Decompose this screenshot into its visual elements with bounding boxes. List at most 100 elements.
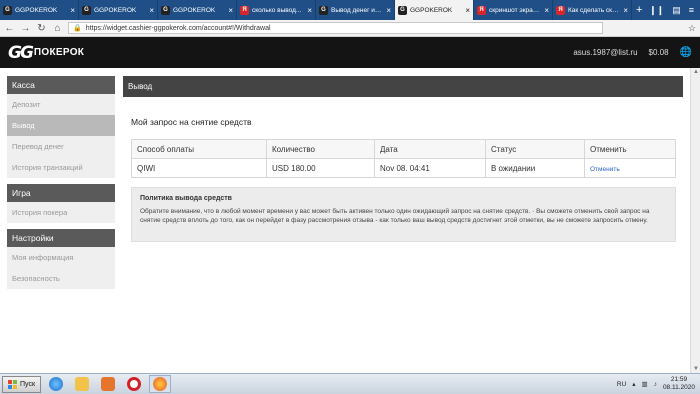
network-icon[interactable]: ▥ [642, 380, 648, 388]
sidebar: Касса Депозит Вывод Перевод денег История тр… [7, 76, 115, 289]
url-text: https://widget.cashier-ggpokerok.com/acc… [85, 24, 271, 32]
media-player-icon[interactable] [97, 375, 119, 393]
policy-title: Политика вывода средств [140, 195, 232, 202]
forward-icon[interactable]: → [20, 23, 31, 34]
browser-tab[interactable]: Я Как сделать скри... × [553, 0, 632, 20]
tab-title: GGPOKEROK [410, 6, 453, 14]
tab-title: GGPOKEROK [173, 6, 216, 14]
gg-favicon-icon: G [319, 5, 328, 15]
cancel-request-link[interactable]: Отменить [590, 166, 620, 173]
cell-status: В ожидании [485, 158, 585, 178]
account-area: asus.1987@list.ru $0.08 🌐 [573, 47, 692, 58]
globe-icon[interactable]: 🌐 [680, 47, 692, 58]
column-header: Статус [485, 139, 585, 159]
close-tab-icon[interactable]: × [149, 6, 154, 15]
table-row: QIWI USD 180.00 Nov 08. 04:41 В ожидании… [131, 158, 676, 178]
language-indicator[interactable]: RU [617, 381, 626, 388]
tab-list: G GGPOKEROK × G GGPOKEROK × G GGPOKEROK × Яскольк… [0, 0, 632, 20]
close-tab-icon[interactable]: × [544, 6, 549, 15]
menu-icon[interactable]: ≡ [689, 5, 694, 15]
gg-favicon-icon: G [161, 5, 170, 15]
browser-tab[interactable]: Ясколько вывод... × [237, 0, 316, 20]
internet-explorer-icon[interactable] [45, 375, 67, 393]
close-tab-icon[interactable]: × [228, 6, 233, 15]
tab-title: Вывод денег из Р... [331, 6, 384, 14]
yandex-favicon-icon: Я [477, 5, 486, 15]
cell-method: QIWI [131, 158, 267, 178]
library-icon[interactable]: ❙❙ [649, 5, 664, 16]
gg-favicon-icon: G [398, 5, 407, 15]
reload-icon[interactable]: ↻ [36, 23, 47, 34]
gg-favicon-icon: G [3, 5, 12, 15]
browser-tab[interactable]: G GGPOKEROK × [158, 0, 237, 20]
cell-date: Nov 08. 04:41 [374, 158, 486, 178]
yandex-favicon-icon: Я [556, 5, 565, 15]
browser-tab[interactable]: G GGPOKEROK × [79, 0, 158, 20]
column-header: Количество [266, 139, 375, 159]
site-header: GG ПОКЕРОК asus.1987@list.ru $0.08 🌐 [0, 37, 700, 68]
close-tab-icon[interactable]: × [465, 6, 470, 15]
browser-tab[interactable]: G GGPOKEROK × [395, 0, 474, 20]
windows-logo-icon [8, 379, 17, 389]
file-explorer-icon[interactable] [71, 375, 93, 393]
policy-text: Обратите внимание, что в любой момент вр… [140, 208, 650, 224]
user-email[interactable]: asus.1987@list.ru [573, 48, 637, 57]
logo-mark: GG [8, 42, 34, 63]
sidebar-section-header: Игра [7, 184, 115, 202]
close-tab-icon[interactable]: × [70, 6, 75, 15]
start-button[interactable]: Пуск [2, 375, 42, 393]
column-header: Отменить [584, 139, 676, 159]
start-label: Пуск [20, 380, 36, 388]
tray-arrow-icon[interactable]: ▴ [632, 380, 635, 388]
sidebar-toggle-icon[interactable]: ▤ [672, 5, 681, 16]
sidebar-item[interactable]: Моя информация [7, 247, 115, 268]
page-title: Вывод [123, 76, 683, 97]
column-header: Дата [374, 139, 486, 159]
sidebar-item[interactable]: Перевод денег [7, 136, 115, 157]
close-tab-icon[interactable]: × [386, 6, 391, 15]
tab-title: скриншот экрана... [489, 6, 542, 14]
logo-text: ПОКЕРОК [33, 47, 85, 58]
scroll-up-icon[interactable]: ▲ [693, 69, 699, 75]
clock[interactable]: 21:59 08.11.2020 [663, 376, 695, 392]
cell-cancel: Отменить [584, 158, 676, 178]
browser-tab[interactable]: G Вывод денег из Р... × [316, 0, 395, 20]
sidebar-item[interactable]: Вывод [7, 115, 115, 136]
close-tab-icon[interactable]: × [623, 6, 628, 15]
sidebar-item[interactable]: Безопасность [7, 268, 115, 289]
back-icon[interactable]: ← [4, 23, 15, 34]
windows-taskbar: Пуск RU ▴ ▥ ♪ 21:59 08.11.2020 [0, 373, 700, 394]
opera-icon[interactable] [123, 375, 145, 393]
vertical-scrollbar[interactable]: ▲ ▼ [690, 68, 700, 373]
tab-title: GGPOKEROK [15, 6, 58, 14]
system-tray: RU ▴ ▥ ♪ 21:59 08.11.2020 [617, 376, 700, 392]
yandex-favicon-icon: Я [240, 5, 249, 15]
balance: $0.08 [648, 48, 669, 57]
lock-icon: 🔒 [73, 25, 82, 32]
sidebar-item[interactable]: Депозит [7, 94, 115, 115]
home-icon[interactable]: ⌂ [52, 23, 63, 34]
scroll-down-icon[interactable]: ▼ [693, 366, 699, 372]
browser-tab[interactable]: Яскриншот экрана... × [474, 0, 553, 20]
sidebar-item[interactable]: История транзакций [7, 157, 115, 178]
bookmark-icon[interactable]: ☆ [688, 23, 696, 34]
firefox-icon[interactable] [149, 375, 172, 393]
browser-tab-strip: G GGPOKEROK × G GGPOKEROK × G GGPOKEROK × Яскольк… [0, 0, 700, 20]
section-subtitle: Мой запрос на снятие средств [131, 117, 252, 127]
sidebar-section-header: Настройки [7, 229, 115, 247]
tab-title: GGPOKEROK [94, 6, 137, 14]
tab-title: сколько вывод... [252, 6, 302, 14]
address-bar[interactable]: 🔒 https://widget.cashier-ggpokerok.com/a… [68, 22, 603, 34]
new-tab-button[interactable]: + [632, 0, 646, 20]
browser-tab[interactable]: G GGPOKEROK × [0, 0, 79, 20]
sidebar-item[interactable]: История покера [7, 202, 115, 223]
gg-favicon-icon: G [82, 5, 91, 15]
sidebar-section-header: Касса [7, 76, 115, 94]
volume-icon[interactable]: ♪ [654, 381, 657, 388]
browser-nav-bar: ← → ↻ ⌂ 🔒 https://widget.cashier-ggpoker… [0, 20, 700, 37]
close-tab-icon[interactable]: × [307, 6, 312, 15]
site-logo[interactable]: GG ПОКЕРОК [8, 43, 84, 63]
column-header: Способ оплаты [131, 139, 267, 159]
table-header-row: Способ оплаты Количество Дата Статус Отм… [131, 139, 676, 159]
withdrawal-requests-table: Способ оплаты Количество Дата Статус Отм… [131, 139, 676, 178]
